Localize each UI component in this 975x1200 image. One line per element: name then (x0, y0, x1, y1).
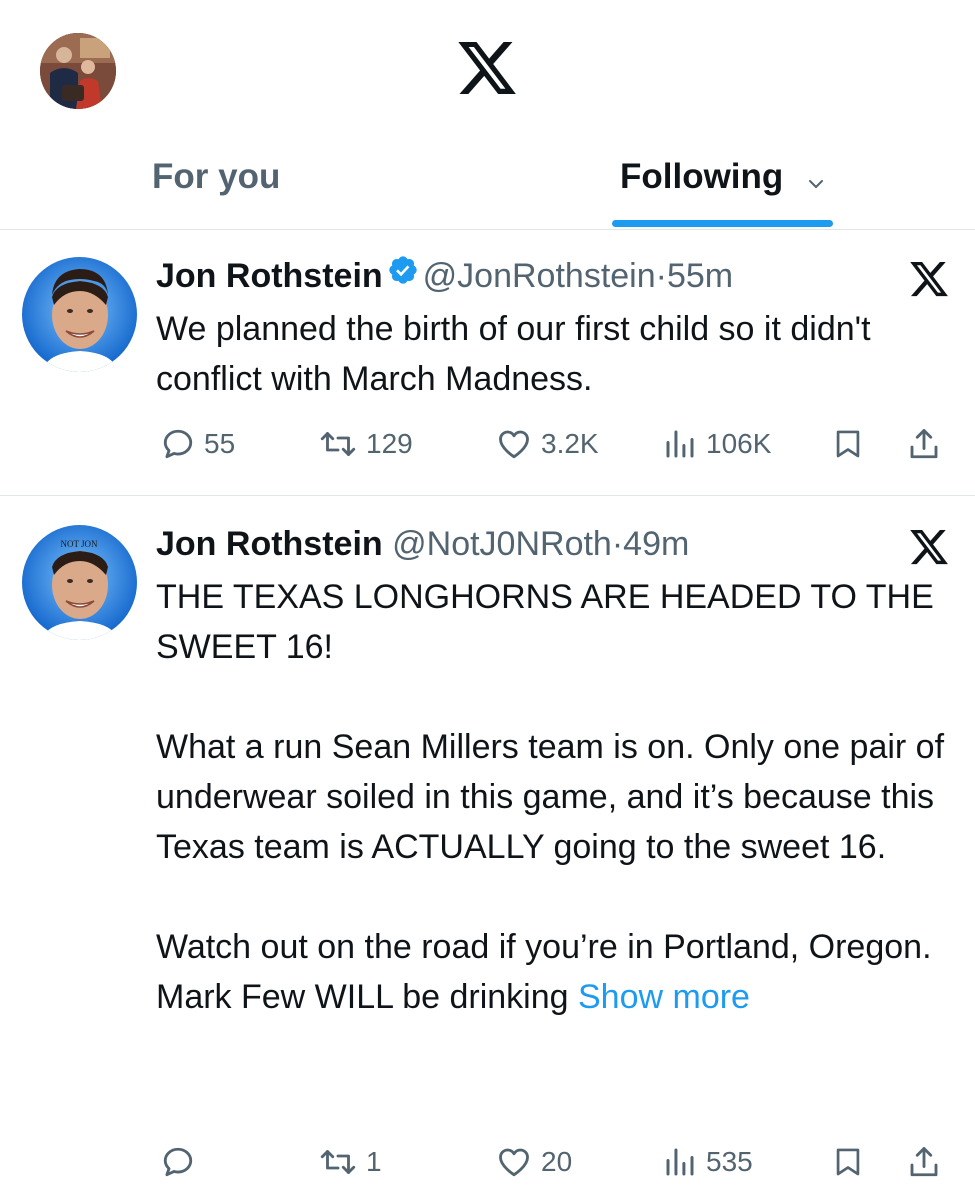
avatar-image (22, 257, 137, 372)
tweet-text: THE TEXAS LONGHORNS ARE HEADED TO THE SW… (156, 572, 946, 1022)
tweet-time[interactable]: 49m (623, 525, 689, 563)
avatar[interactable]: NOT JON (22, 525, 137, 640)
avatar-image: NOT JON (22, 525, 137, 640)
bookmark-icon (836, 1148, 860, 1176)
reply-button[interactable]: 55 (160, 419, 235, 469)
top-bar (0, 0, 975, 150)
reply-icon (163, 1147, 193, 1177)
like-count: 20 (541, 1146, 573, 1177)
tab-following-label: Following (620, 157, 784, 196)
bookmark-button[interactable] (831, 1137, 865, 1187)
tweet-header: Jon Rothstein @JonRothstein·55m (156, 254, 733, 300)
share-button[interactable] (906, 1137, 942, 1187)
avatar-caption: NOT JON (60, 539, 98, 549)
author-name[interactable]: Jon Rothstein (156, 525, 383, 563)
author-name[interactable]: Jon Rothstein (156, 257, 383, 295)
like-button[interactable]: 20 (495, 1137, 572, 1187)
tab-for-you-label: For you (152, 157, 281, 196)
reply-count: 55 (204, 428, 236, 459)
views-button[interactable]: 106K (662, 419, 771, 469)
share-icon (910, 429, 938, 459)
views-button[interactable]: 535 (662, 1137, 753, 1187)
reply-icon (163, 429, 193, 459)
timeline-tabs: For you Following (0, 150, 975, 230)
separator-dot: · (611, 525, 624, 563)
views-count: 106K (706, 428, 772, 459)
views-icon (666, 430, 694, 458)
profile-avatar-image (40, 33, 116, 109)
heart-icon (499, 1148, 529, 1177)
retweet-button[interactable]: 1 (318, 1137, 382, 1187)
separator-dot: · (655, 257, 667, 295)
tweet-actions: 1 20 535 (0, 1137, 975, 1187)
share-icon (910, 1147, 938, 1177)
retweet-icon (320, 1150, 356, 1174)
share-button[interactable] (906, 419, 942, 469)
tab-for-you[interactable]: For you (152, 150, 280, 230)
chevron-down-icon[interactable] (807, 154, 825, 204)
active-tab-indicator (612, 220, 833, 227)
profile-avatar[interactable] (40, 33, 116, 109)
author-handle[interactable]: @NotJ0NRoth (392, 525, 612, 563)
reply-button[interactable] (160, 1137, 204, 1187)
tab-following[interactable]: Following (620, 150, 825, 230)
tweet-body: THE TEXAS LONGHORNS ARE HEADED TO THE SW… (156, 578, 945, 1016)
like-button[interactable]: 3.2K (495, 419, 599, 469)
retweet-count: 129 (366, 428, 413, 459)
like-count: 3.2K (541, 428, 599, 459)
views-icon (666, 1148, 694, 1176)
author-handle[interactable]: @JonRothstein (423, 257, 656, 295)
retweet-icon (320, 432, 356, 456)
x-logo-icon[interactable] (908, 258, 950, 300)
tweet-text: We planned the birth of our first child … (156, 304, 946, 404)
avatar[interactable] (22, 257, 137, 372)
heart-icon (499, 430, 529, 459)
tweet[interactable]: Jon Rothstein @JonRothstein·55m We planne… (0, 231, 975, 496)
x-logo-icon[interactable] (455, 36, 519, 100)
retweet-button[interactable]: 129 (318, 419, 413, 469)
bookmark-button[interactable] (831, 419, 865, 469)
show-more-link[interactable]: Show more (578, 978, 750, 1016)
bookmark-icon (836, 430, 860, 458)
verified-badge-icon[interactable] (387, 253, 419, 297)
views-count: 535 (706, 1146, 753, 1177)
retweet-count: 1 (366, 1146, 382, 1177)
x-logo-icon[interactable] (908, 526, 950, 568)
tweet-time[interactable]: 55m (667, 257, 733, 295)
tweet-header: Jon Rothstein @NotJ0NRoth·49m (156, 522, 689, 566)
tweet-actions: 55 129 3.2K 106K (0, 419, 975, 469)
tweet-body: We planned the birth of our first child … (156, 310, 881, 398)
tweet[interactable]: NOT JON Jon Rothstein @NotJ0NRoth·49m TH… (0, 497, 975, 1200)
